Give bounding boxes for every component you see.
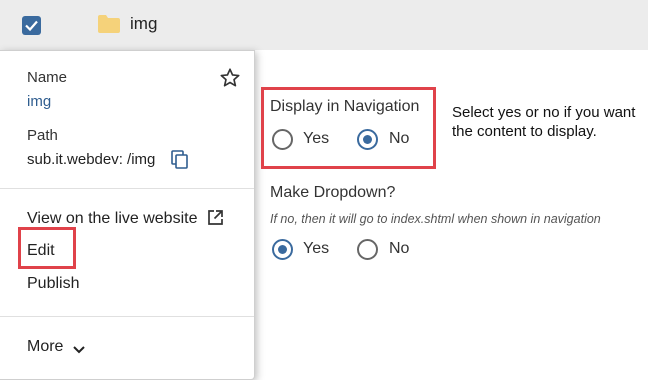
publish-menu-item[interactable]: Publish	[27, 275, 79, 293]
display-nav-no-label[interactable]: No	[389, 130, 409, 148]
divider	[0, 316, 254, 317]
display-nav-label: Display in Navigation	[270, 98, 420, 115]
name-value: img	[27, 93, 52, 110]
folder-icon	[98, 15, 120, 33]
external-link-icon[interactable]	[207, 209, 224, 226]
file-row-header[interactable]: img	[0, 0, 648, 50]
row-checkbox[interactable]	[22, 16, 41, 35]
make-dropdown-no-radio[interactable]	[357, 239, 378, 260]
path-value: sub.it.webdev: /img	[27, 151, 156, 168]
folder-name[interactable]: img	[130, 14, 157, 34]
edit-highlight-box	[18, 227, 76, 269]
context-menu: Name img Path sub.it.webdev: /img View o…	[0, 50, 255, 380]
make-dropdown-yes-radio[interactable]	[272, 239, 293, 260]
name-label: Name	[27, 69, 68, 86]
make-dropdown-label: Make Dropdown?	[270, 184, 396, 201]
display-nav-yes-label[interactable]: Yes	[303, 130, 329, 148]
view-live-website-link[interactable]: View on the live website	[27, 210, 197, 228]
more-menu-item[interactable]: More	[27, 338, 63, 356]
path-label: Path	[27, 127, 58, 144]
make-dropdown-no-label[interactable]: No	[389, 240, 409, 258]
display-nav-yes-radio[interactable]	[272, 129, 293, 150]
divider	[0, 188, 254, 189]
display-nav-no-radio[interactable]	[357, 129, 378, 150]
instruction-callout: Select yes or no if you want the content…	[452, 104, 636, 140]
checkmark-icon	[25, 20, 38, 32]
star-icon[interactable]	[219, 67, 241, 89]
chevron-down-icon[interactable]	[71, 341, 87, 357]
copy-icon[interactable]	[171, 150, 189, 170]
make-dropdown-yes-label[interactable]: Yes	[303, 240, 329, 258]
make-dropdown-hint: If no, then it will go to index.shtml wh…	[270, 212, 601, 226]
